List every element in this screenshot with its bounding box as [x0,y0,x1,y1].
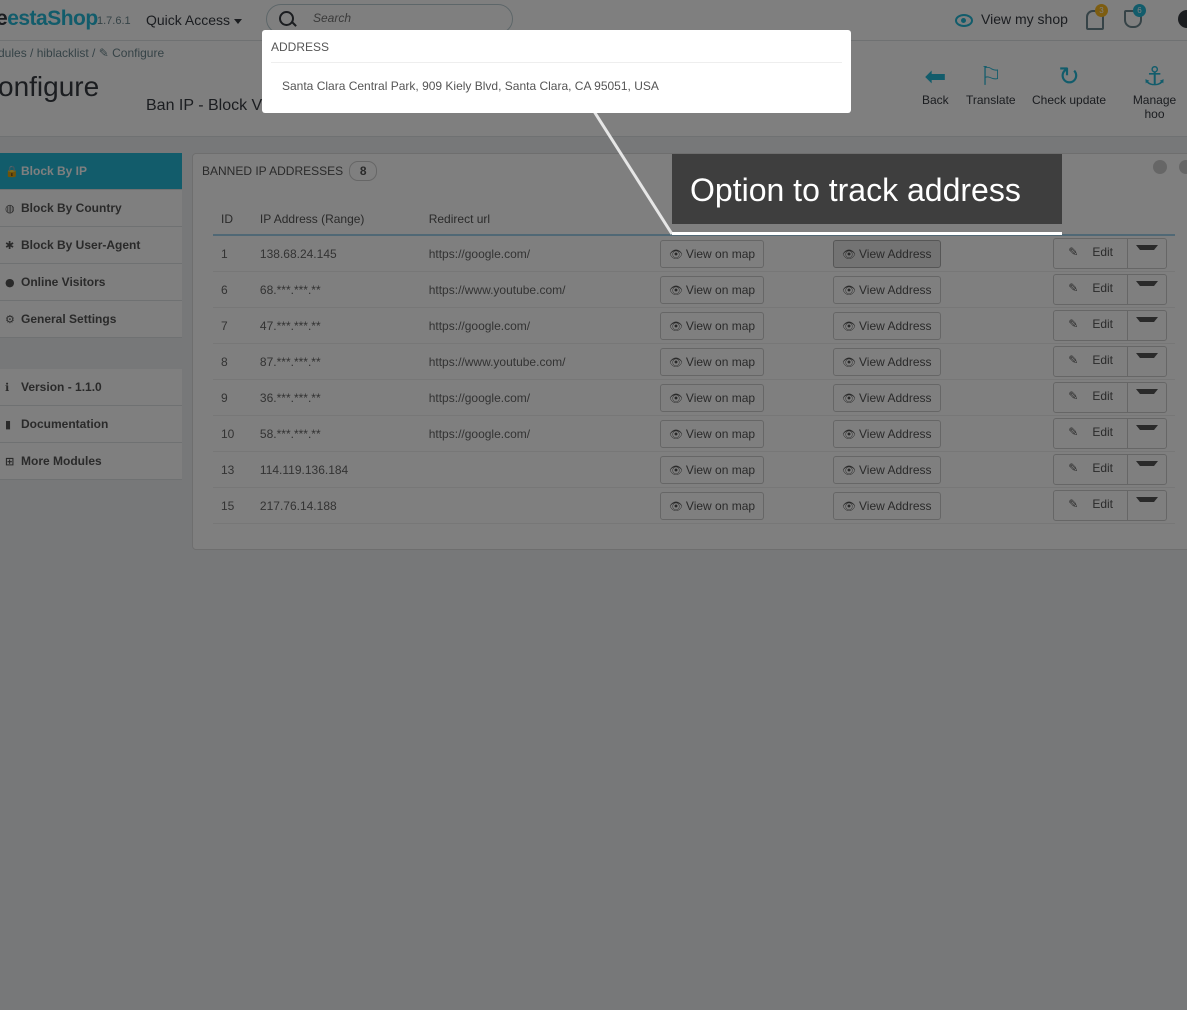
address-text: Santa Clara Central Park, 909 Kiely Blvd… [282,79,659,93]
feature-callout: Option to track address [672,154,1062,224]
divider [271,62,842,63]
modal-overlay[interactable] [0,0,1187,1010]
address-popover: ADDRESS Santa Clara Central Park, 909 Ki… [262,30,851,113]
popover-title: ADDRESS [271,40,330,54]
callout-underline [672,232,1062,235]
